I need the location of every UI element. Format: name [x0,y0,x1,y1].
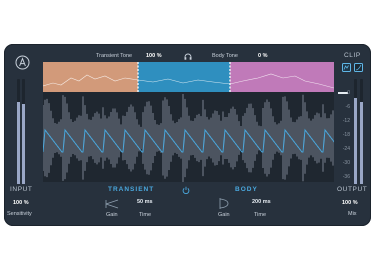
input-meter-left [17,79,20,184]
transient-gain-label: Gain [106,212,118,218]
transient-gain-knob[interactable] [105,198,119,210]
scale-tick: -36 [342,174,350,180]
transient-time-value[interactable]: 50 ms [137,199,153,205]
headphones-icon[interactable] [184,53,192,60]
scale-tick: -6 [345,104,350,110]
logo-icon [15,55,30,70]
body-gain-label: Gain [218,212,230,218]
scale-tick: -12 [342,118,350,124]
clip-toggle-button[interactable] [342,63,351,72]
center-tone-band[interactable] [138,62,230,92]
body-tone-band[interactable] [230,62,334,92]
body-time-value[interactable]: 200 ms [252,199,271,205]
clip-curve-icon [355,64,362,71]
input-meter-right [22,79,25,184]
scale-tick: -18 [342,132,350,138]
input-label: INPUT [10,186,33,193]
clip-wave-icon [343,65,349,70]
output-param-label: Mix [348,211,357,217]
clip-label: CLIP [344,52,361,59]
output-meter-right [360,79,363,184]
db-scale: 0 -6 -12 -18 -24 -30 -36 [336,90,350,182]
output-label: OUTPUT [337,186,368,193]
scale-tick: 0 [347,90,350,96]
transient-tone-value[interactable]: 100 % [146,53,162,59]
clip-settings-button[interactable] [354,63,363,72]
plugin-window: Transient Tone 100 % Body Tone 0 % CLIP … [4,44,371,226]
scale-tick: -24 [342,146,350,152]
body-gain-knob[interactable] [218,197,230,210]
input-value[interactable]: 100 % [13,200,29,206]
output-meter-left [354,79,357,184]
waveform-display[interactable] [43,62,334,182]
body-title: BODY [235,186,258,193]
transient-tone-label: Transient Tone [96,53,133,59]
scale-tick: -30 [342,160,350,166]
body-tone-value[interactable]: 0 % [258,53,267,59]
body-tone-label: Body Tone [212,53,238,59]
output-value[interactable]: 100 % [342,200,358,206]
transient-time-label: Time [139,212,152,218]
transient-title: TRANSIENT [108,186,155,193]
input-param-label: Sensitivity [7,211,32,217]
body-time-label: Time [254,212,267,218]
power-icon[interactable] [182,186,190,194]
